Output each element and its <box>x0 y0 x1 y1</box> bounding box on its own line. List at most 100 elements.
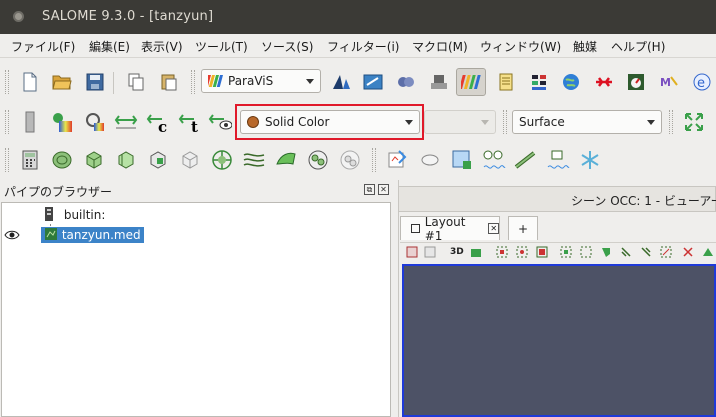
select-points-through-icon[interactable] <box>560 246 572 258</box>
menu-macros[interactable]: マクロ(M) <box>412 38 468 55</box>
menu-file[interactable]: ファイル(F) <box>11 38 75 55</box>
server-icon <box>45 207 53 221</box>
extract-subset-icon[interactable] <box>178 148 202 172</box>
toolbar-grip[interactable] <box>5 110 9 134</box>
clear-selection-icon[interactable] <box>682 246 694 258</box>
menu-catalyst[interactable]: 触媒 <box>573 38 597 55</box>
toolbar-grip[interactable] <box>191 70 195 94</box>
pipeline-browser-title: パイプのブラウザー <box>4 185 113 199</box>
menu-sources[interactable]: ソース(S) <box>261 38 313 55</box>
paravis-module-icon[interactable] <box>456 68 486 96</box>
tab-layout-1[interactable]: Layout #1 ✕ <box>400 214 500 243</box>
toolbar-grip[interactable] <box>5 70 9 94</box>
menu-tools[interactable]: ツール(T) <box>195 38 248 55</box>
select-points-on-icon[interactable] <box>516 246 528 258</box>
tree-item-label: builtin: <box>63 208 106 222</box>
reset-camera-icon[interactable] <box>682 110 706 134</box>
save-icon[interactable] <box>83 70 107 94</box>
tree-item-builtin[interactable]: builtin: <box>44 206 105 222</box>
view-title-bar: シーン OCC: 1 - ビューアー <box>398 186 716 212</box>
close-tab-icon[interactable]: ✕ <box>488 223 499 234</box>
view-title: シーン OCC: 1 - ビューアー <box>571 194 716 208</box>
globe-module-icon[interactable] <box>559 70 583 94</box>
rescale-temporal-range-icon[interactable]: t <box>178 110 202 134</box>
slice-icon[interactable] <box>114 148 138 172</box>
rescale-custom-range-icon[interactable] <box>114 110 138 134</box>
hover-cells-icon[interactable] <box>640 246 652 258</box>
calculator-icon[interactable] <box>18 148 42 172</box>
paste-icon[interactable] <box>157 70 181 94</box>
menu-filters[interactable]: フィルター(i) <box>327 38 399 55</box>
stream-tracer-icon[interactable] <box>242 148 266 172</box>
select-block-icon[interactable] <box>580 246 592 258</box>
menu-view[interactable]: 表示(V) <box>141 38 183 55</box>
adao-module-icon[interactable]: M <box>657 70 681 94</box>
show-scalar-bar-icon[interactable] <box>18 110 42 134</box>
menu-help[interactable]: ヘルプ(H) <box>611 38 665 55</box>
toolbar-grip[interactable] <box>669 110 673 134</box>
toolbar-grip[interactable] <box>503 110 507 134</box>
representation-select-value: Surface <box>519 115 565 129</box>
python-calculator-icon[interactable] <box>546 148 570 172</box>
grow-selection-icon[interactable] <box>660 246 672 258</box>
select-cells-through-icon[interactable] <box>536 246 548 258</box>
geometry-module-icon[interactable] <box>329 70 353 94</box>
histogram-icon[interactable] <box>482 148 506 172</box>
split-horizontal-icon[interactable] <box>406 246 418 258</box>
representation-select[interactable]: Surface <box>512 110 662 134</box>
gauge-module-icon[interactable] <box>624 70 648 94</box>
tab-add-label: + <box>517 221 529 236</box>
copy-icon[interactable] <box>124 70 148 94</box>
menu-window[interactable]: ウィンドウ(W) <box>480 38 561 55</box>
open-folder-icon[interactable] <box>50 70 74 94</box>
glyph-icon[interactable] <box>210 148 234 172</box>
plot-over-line-icon[interactable] <box>450 148 474 172</box>
menu-edit[interactable]: 編集(E) <box>89 38 130 55</box>
mesh-quality-icon[interactable] <box>578 148 602 172</box>
camera-capture-icon[interactable] <box>470 246 482 258</box>
hexablock-module-icon[interactable] <box>527 70 551 94</box>
svg-text:M: M <box>660 76 671 89</box>
close-panel-icon[interactable]: ✕ <box>378 184 389 195</box>
toolbar-grip[interactable] <box>372 148 376 172</box>
group-datasets-icon[interactable] <box>306 148 330 172</box>
interactive-select-icon[interactable] <box>600 246 612 258</box>
window-close-icon[interactable] <box>13 11 24 22</box>
jobmanager-module-icon[interactable] <box>494 70 518 94</box>
warp-by-vector-icon[interactable] <box>274 148 298 172</box>
reset-range-icon[interactable] <box>83 110 107 134</box>
yacs-module-icon[interactable] <box>394 70 418 94</box>
mesh-module-icon[interactable] <box>361 70 385 94</box>
rescale-visible-range-icon[interactable] <box>208 110 232 134</box>
select-cells-on-icon[interactable] <box>496 246 508 258</box>
homard-module-icon[interactable] <box>592 70 616 94</box>
float-panel-icon[interactable]: ⧉ <box>364 184 375 195</box>
threshold-icon[interactable] <box>146 148 170 172</box>
tab-add[interactable]: + <box>508 216 538 240</box>
contour-icon[interactable] <box>50 148 74 172</box>
eficas-module-icon[interactable]: e <box>690 70 714 94</box>
shaper-module-icon[interactable] <box>427 70 451 94</box>
plot-selection-icon[interactable] <box>386 148 410 172</box>
extract-level-icon[interactable] <box>338 148 362 172</box>
visibility-eye-icon[interactable] <box>4 229 20 244</box>
tab-label: Layout #1 <box>424 214 466 243</box>
plot-data-icon[interactable] <box>514 148 538 172</box>
edit-color-map-icon[interactable] <box>50 110 74 134</box>
toolbar-grip[interactable] <box>5 148 9 172</box>
module-select[interactable]: ParaViS <box>201 69 321 93</box>
menu-bar: ファイル(F) 編集(E) 表示(V) ツール(T) ソース(S) フィルター(… <box>0 34 716 58</box>
svg-text:t: t <box>191 118 198 134</box>
toggle-3d-button[interactable]: 3D <box>450 246 468 258</box>
rescale-custom-range-c-icon[interactable]: c <box>146 110 170 134</box>
split-vertical-icon[interactable] <box>424 246 436 258</box>
ellipse-source-icon[interactable] <box>418 148 442 172</box>
render-view-3d[interactable] <box>402 264 716 417</box>
edit-selection-icon[interactable] <box>702 246 714 258</box>
clip-icon[interactable] <box>82 148 106 172</box>
paravis-logo-icon <box>208 75 223 87</box>
coloring-highlight-annotation <box>235 104 424 140</box>
hover-points-icon[interactable] <box>620 246 632 258</box>
tree-item-tanzyun-med[interactable]: tanzyun.med <box>41 227 144 243</box>
new-file-icon[interactable] <box>18 70 42 94</box>
